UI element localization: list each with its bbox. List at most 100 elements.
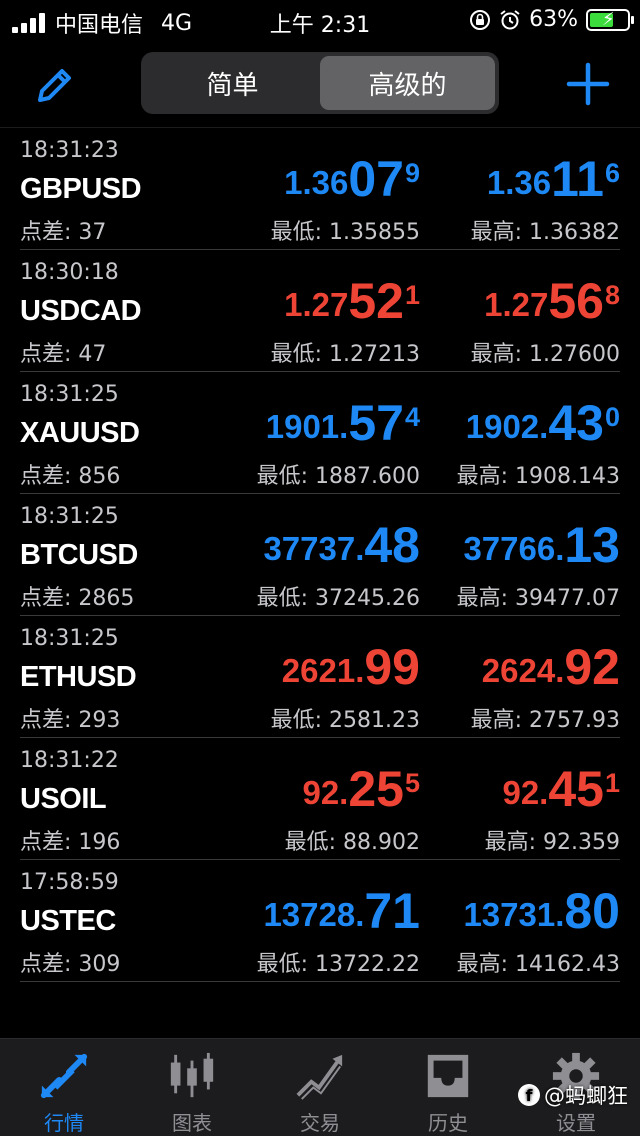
bid-price: 2621. 99: [282, 642, 420, 692]
battery-percent: 63%: [529, 7, 578, 32]
spread-value: 点差: 2865: [20, 586, 135, 611]
quotes-list: 18:31:23 GBPUSD 点差: 37 1.36 07 9 1.36 11…: [0, 128, 640, 982]
ask-price-pips: 11: [551, 151, 604, 207]
quote-time: 18:31:25: [20, 382, 119, 407]
ask-price: 1.27 56 8: [484, 276, 620, 326]
bid-price-fraction: 1: [404, 280, 420, 310]
symbol-name: ETHUSD: [20, 661, 137, 693]
ask-price-pips: 13: [564, 517, 620, 573]
ask-price-prefix: 37766.: [463, 530, 565, 567]
battery-icon: ⚡: [586, 8, 634, 31]
history-inbox-icon: [427, 1054, 469, 1098]
high-value: 最高: 39477.07: [456, 586, 620, 611]
quote-time: 18:31:23: [20, 138, 119, 163]
quote-row-btcusd[interactable]: 18:31:25 BTCUSD 点差: 2865 37737. 48 37766…: [20, 494, 620, 616]
bid-price-pips: 57: [348, 395, 404, 451]
ask-price-prefix: 1902.: [465, 408, 549, 445]
bid-price: 1.27 52 1: [284, 276, 420, 326]
quote-time: 17:58:59: [20, 870, 119, 895]
tab-label: 历史: [428, 1111, 468, 1135]
bid-price-prefix: 1.36: [284, 164, 349, 201]
tab-history[interactable]: 历史: [384, 1039, 512, 1136]
ask-price: 2624. 92: [482, 642, 620, 692]
symbol-name: USDCAD: [20, 295, 142, 327]
bid-price-fraction: 4: [404, 402, 420, 432]
symbol-name: XAUUSD: [20, 417, 140, 449]
ask-price-pips: 56: [548, 273, 604, 329]
bid-price: 13728. 71: [263, 886, 420, 936]
ask-price: 1.36 11 6: [487, 154, 620, 204]
ask-price-fraction: 0: [604, 402, 620, 432]
spread-value: 点差: 37: [20, 220, 107, 245]
tab-quotes[interactable]: 行情: [0, 1039, 128, 1136]
quote-row-ustec[interactable]: 17:58:59 USTEC 点差: 309 13728. 71 13731. …: [20, 860, 620, 982]
ask-price-pips: 92: [564, 639, 620, 695]
status-bar: 中国电信 4G 上午 2:31 63% ⚡: [0, 0, 640, 40]
bid-price: 37737. 48: [263, 520, 420, 570]
bid-price: 1901. 57 4: [266, 398, 420, 448]
ask-price-fraction: 1: [604, 768, 620, 798]
bid-price-pips: 52: [348, 273, 404, 329]
quote-time: 18:31:22: [20, 748, 119, 773]
low-value: 最低: 88.902: [284, 830, 420, 855]
ask-price-prefix: 2624.: [481, 652, 565, 689]
view-mode-segmented-control[interactable]: 简单 高级的: [141, 52, 499, 114]
quote-row-gbpusd[interactable]: 18:31:23 GBPUSD 点差: 37 1.36 07 9 1.36 11…: [20, 128, 620, 250]
high-value: 最高: 1.36382: [470, 220, 620, 245]
watermark-text: @蚂蝍狂: [544, 1084, 628, 1108]
bid-price-prefix: 92.: [302, 774, 349, 811]
tab-trade[interactable]: 交易: [256, 1039, 384, 1136]
low-value: 最低: 1.35855: [270, 220, 420, 245]
trade-trend-icon: [296, 1054, 343, 1100]
nav-bar: 简单 高级的: [0, 40, 640, 128]
symbol-name: BTCUSD: [20, 539, 138, 571]
tab-label: 图表: [172, 1111, 212, 1135]
ask-price-prefix: 13731.: [463, 896, 565, 933]
edit-pencil-icon[interactable]: [32, 62, 78, 108]
ask-price: 37766. 13: [463, 520, 620, 570]
ask-price-prefix: 1.36: [486, 164, 552, 201]
high-value: 最高: 14162.43: [456, 952, 620, 977]
symbol-name: USTEC: [20, 905, 116, 937]
quotes-arrows-icon: [40, 1053, 88, 1099]
spread-value: 点差: 196: [20, 830, 121, 855]
candlestick-chart-icon: [170, 1052, 214, 1098]
tab-label: 交易: [300, 1111, 340, 1135]
tab-charts[interactable]: 图表: [128, 1039, 256, 1136]
bid-price: 1.36 07 9: [284, 154, 420, 204]
quote-row-ethusd[interactable]: 18:31:25 ETHUSD 点差: 293 2621. 99 2624. 9…: [20, 616, 620, 738]
bid-price-pips: 25: [348, 761, 404, 817]
ask-price: 92. 45 1: [502, 764, 620, 814]
quote-row-xauusd[interactable]: 18:31:25 XAUUSD 点差: 856 1901. 57 4 1902.…: [20, 372, 620, 494]
segment-advanced[interactable]: 高级的: [320, 56, 495, 110]
spread-value: 点差: 856: [20, 464, 121, 489]
segment-simple[interactable]: 简单: [145, 56, 320, 110]
watermark: f @蚂蝍狂: [518, 1080, 628, 1110]
quote-row-usdcad[interactable]: 18:30:18 USDCAD 点差: 47 1.27 52 1 1.27 56…: [20, 250, 620, 372]
bid-price-prefix: 1901.: [265, 408, 349, 445]
quote-time: 18:31:25: [20, 626, 119, 651]
spread-value: 点差: 293: [20, 708, 121, 733]
bid-price-fraction: 9: [404, 158, 420, 188]
watermark-logo-icon: f: [518, 1084, 540, 1106]
low-value: 最低: 13722.22: [256, 952, 420, 977]
high-value: 最高: 1908.143: [456, 464, 620, 489]
add-symbol-plus-icon[interactable]: [566, 62, 610, 106]
bid-price-pips: 48: [364, 517, 420, 573]
low-value: 最低: 2581.23: [270, 708, 420, 733]
quote-row-usoil[interactable]: 18:31:22 USOIL 点差: 196 92. 25 5 92. 45 1…: [20, 738, 620, 860]
bid-price-pips: 71: [364, 883, 420, 939]
ask-price: 13731. 80: [463, 886, 620, 936]
quote-time: 18:31:25: [20, 504, 119, 529]
high-value: 最高: 2757.93: [470, 708, 620, 733]
low-value: 最低: 1887.600: [256, 464, 420, 489]
ask-price-pips: 80: [564, 883, 620, 939]
bid-price-prefix: 2621.: [281, 652, 365, 689]
tab-label: 行情: [44, 1111, 84, 1135]
low-value: 最低: 1.27213: [270, 342, 420, 367]
high-value: 最高: 92.359: [484, 830, 620, 855]
ask-price-fraction: 8: [604, 280, 620, 310]
ask-price-pips: 43: [548, 395, 604, 451]
orientation-lock-icon: [470, 9, 491, 30]
bid-price-fraction: 5: [404, 768, 420, 798]
